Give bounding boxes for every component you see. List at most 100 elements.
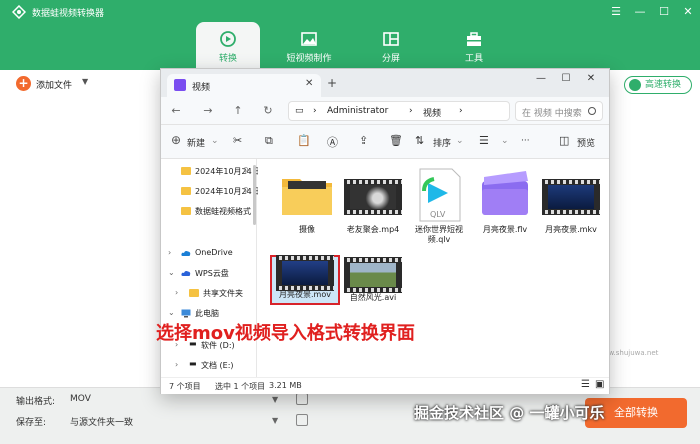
toolbox-icon xyxy=(467,32,481,46)
file-item-selected[interactable]: 月亮夜景.mov xyxy=(270,255,340,305)
breadcrumb-videos[interactable]: 视频 xyxy=(423,106,441,119)
computer-icon xyxy=(181,309,191,318)
tab-tools[interactable]: 工具 xyxy=(442,22,506,70)
paste-icon[interactable]: 📋 xyxy=(297,134,311,147)
chevron-down-icon[interactable]: ⌄ xyxy=(501,136,509,146)
tab-convert[interactable]: 转换 xyxy=(196,22,260,70)
chevron-right-icon[interactable]: › xyxy=(175,360,178,369)
close-tab-icon[interactable]: ✕ xyxy=(305,78,313,89)
refresh-icon[interactable]: ↻ xyxy=(261,104,275,117)
sidebar-item-label: 数据蛙视频格式 xyxy=(195,207,251,216)
monitor-icon: ▭ xyxy=(295,106,304,116)
minimize-button[interactable]: — xyxy=(632,4,648,20)
scrollbar[interactable] xyxy=(253,165,256,225)
chevron-down-icon[interactable]: ⌄ xyxy=(211,136,219,146)
folder-icon xyxy=(181,187,191,195)
save-to-label: 保存至: xyxy=(16,418,47,428)
chevron-down-icon[interactable]: ▼ xyxy=(272,416,278,425)
video-folder-icon xyxy=(174,79,186,91)
file-name: 迷你世界短视频.qlv xyxy=(415,225,463,244)
chevron-down-icon[interactable]: ▼ xyxy=(272,395,278,404)
sidebar-item-folder[interactable]: 2024年10月24日 ⚲ xyxy=(161,163,260,181)
preview-button[interactable]: 预览 xyxy=(577,136,595,149)
view-icon[interactable]: ☰ xyxy=(479,134,489,147)
file-item[interactable]: 摄像 xyxy=(274,167,340,251)
convert-icon xyxy=(220,31,236,47)
file-name: 月亮夜景.flv xyxy=(482,225,528,234)
sidebar-item-label: 2024年10月24日 xyxy=(195,187,260,196)
tiles-view-icon[interactable]: ▣ xyxy=(595,379,604,390)
close-button[interactable]: ✕ xyxy=(680,4,696,20)
drive-icon: ▬ xyxy=(189,359,197,368)
new-tab-button[interactable]: + xyxy=(327,76,337,90)
qlv-file-icon: QLV xyxy=(410,167,468,223)
file-item[interactable]: 老友聚会.mp4 xyxy=(340,167,406,251)
address-bar[interactable]: ▭ › Administrator › 视频 › xyxy=(288,101,510,121)
copy-icon[interactable]: ⧉ xyxy=(265,134,273,148)
file-item[interactable]: QLV 迷你世界短视频.qlv xyxy=(406,167,472,251)
tab-short-video-label: 短视频制作 xyxy=(286,54,332,64)
new-button[interactable]: 新建 xyxy=(187,136,205,149)
search-input[interactable]: 在 视频 中搜索 xyxy=(515,101,603,121)
back-icon[interactable]: ← xyxy=(169,104,183,117)
status-bar: 7 个项目 选中 1 个项目 3.21 MB ☰ ▣ xyxy=(161,377,609,394)
svg-text:QLV: QLV xyxy=(430,210,446,219)
file-name: 摄像 xyxy=(299,225,315,234)
file-item[interactable]: 月亮夜景.flv xyxy=(472,167,538,251)
save-to-select[interactable]: 与源文件夹一致 xyxy=(70,415,133,428)
pin-icon: ⚲ xyxy=(243,166,249,175)
tab-short-video[interactable]: 短视频制作 xyxy=(277,22,341,70)
sidebar-item-label: OneDrive xyxy=(195,248,233,257)
sidebar-item-drive-e[interactable]: › ▬ 文档 (E:) xyxy=(161,357,257,375)
sidebar-item-label: 文档 (E:) xyxy=(201,361,234,370)
rename-icon[interactable]: Ⓐ xyxy=(327,134,338,150)
file-item[interactable]: 月亮夜景.mkv xyxy=(538,167,604,251)
folder-icon xyxy=(181,167,191,175)
app-logo-icon xyxy=(11,4,27,20)
minimize-button[interactable]: — xyxy=(533,73,549,84)
sidebar-item-label: 2024年10月24日 xyxy=(195,167,260,176)
chevron-right-icon[interactable]: › xyxy=(175,288,178,297)
sidebar-item-wps[interactable]: ⌄ WPS云盘 xyxy=(161,265,257,283)
lightning-icon xyxy=(629,79,641,91)
selected-count: 选中 1 个项目 xyxy=(215,382,266,391)
file-name: 老友聚会.mp4 xyxy=(346,225,400,234)
maximize-button[interactable]: ☐ xyxy=(558,73,574,84)
folder-icon[interactable] xyxy=(296,414,308,426)
explorer-tab[interactable]: 视频 ✕ xyxy=(167,74,321,97)
forward-icon[interactable]: → xyxy=(201,104,215,117)
share-icon[interactable]: ⇪ xyxy=(359,134,368,147)
flv-file-icon xyxy=(476,167,534,223)
search-icon xyxy=(588,107,596,115)
chevron-right-icon[interactable]: › xyxy=(168,248,171,257)
sidebar-item-folder[interactable]: 数据蛙视频格式 xyxy=(161,203,257,221)
up-icon[interactable]: ↑ xyxy=(231,104,245,117)
folder-icon xyxy=(181,207,191,215)
sort-button[interactable]: 排序 xyxy=(433,136,451,149)
add-file-label: 添加文件 xyxy=(36,81,73,91)
delete-icon[interactable]: 🗑 xyxy=(389,134,403,147)
item-count: 7 个项目 xyxy=(169,382,201,391)
sidebar-item-onedrive[interactable]: › OneDrive xyxy=(161,245,257,263)
folder-icon xyxy=(189,289,199,297)
chevron-down-icon[interactable]: ⌄ xyxy=(168,308,175,317)
cut-icon[interactable]: ✂ xyxy=(233,134,242,147)
more-button[interactable]: ··· xyxy=(521,136,530,146)
chevron-down-icon[interactable]: ▼ xyxy=(82,77,88,86)
settings-icon[interactable] xyxy=(296,393,308,405)
chevron-down-icon[interactable]: ⌄ xyxy=(456,136,464,146)
pin-icon: ⚲ xyxy=(243,186,249,195)
maximize-button[interactable]: ☐ xyxy=(656,4,672,20)
breadcrumb-administrator[interactable]: Administrator xyxy=(327,106,388,116)
sidebar-item-shared[interactable]: › 共享文件夹 xyxy=(161,285,257,303)
chevron-right-icon: › xyxy=(313,106,317,116)
chevron-down-icon[interactable]: ⌄ xyxy=(168,268,175,277)
fast-convert-toggle[interactable]: 高速转换 xyxy=(624,76,692,94)
menu-icon[interactable]: ☰ xyxy=(608,4,624,20)
sidebar-item-folder[interactable]: 2024年10月24日 ⚲ xyxy=(161,183,260,201)
close-button[interactable]: ✕ xyxy=(583,73,599,84)
new-plus-icon: ⊕ xyxy=(171,133,182,147)
details-view-icon[interactable]: ☰ xyxy=(581,379,590,390)
output-format-select[interactable]: MOV xyxy=(70,394,91,404)
tab-split-screen[interactable]: 分屏 xyxy=(359,22,423,70)
